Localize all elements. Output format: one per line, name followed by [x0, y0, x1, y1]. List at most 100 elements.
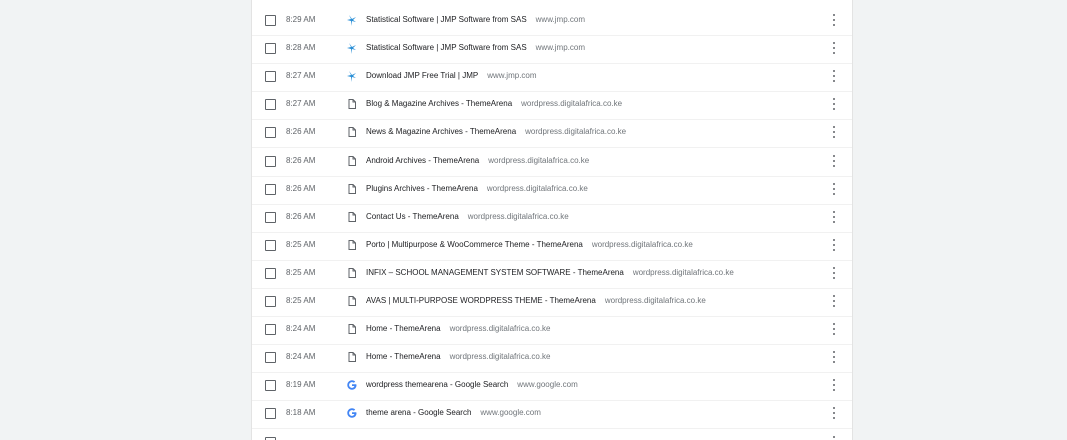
page-domain[interactable]: wordpress.digitalafrica.co.ke	[450, 324, 551, 333]
page-title-link[interactable]: Blog & Magazine Archives - ThemeArena	[366, 99, 512, 108]
history-entry[interactable]: Plugins Archives - ThemeArena wordpress.d…	[366, 184, 588, 193]
more-actions-icon[interactable]	[832, 379, 836, 392]
page-domain[interactable]: www.jmp.com	[536, 15, 585, 24]
history-entry[interactable]: wordpress themearena - Google Search www.…	[366, 380, 578, 389]
page-title-link[interactable]: AVAS | MULTI-PURPOSE WORDPRESS THEME - T…	[366, 296, 596, 305]
history-entry[interactable]: theme arena - Google Search www.google.co…	[366, 408, 541, 417]
more-actions-icon[interactable]	[832, 266, 836, 279]
row-checkbox[interactable]	[265, 296, 276, 307]
visit-time: 8:18 AM	[286, 408, 316, 418]
more-actions-icon[interactable]	[832, 210, 836, 223]
more-actions-icon[interactable]	[832, 154, 836, 167]
history-row[interactable]: 8:27 AM Download JMP Free Trial | JMP www.…	[252, 63, 852, 93]
page-title-link[interactable]: INFIX – SCHOOL MANAGEMENT SYSTEM SOFTWAR…	[366, 268, 624, 277]
history-entry[interactable]: News & Magazine Archives - ThemeArena wor…	[366, 127, 626, 136]
history-row[interactable]: 8:25 AM INFIX – SCHOOL MANAGEMENT SYSTEM …	[252, 260, 852, 289]
page-domain[interactable]: wordpress.digitalafrica.co.ke	[450, 352, 551, 361]
history-row[interactable]: 8:27 AM Blog & Magazine Archives - ThemeA…	[252, 91, 852, 121]
visit-time: 8:24 AM	[286, 352, 316, 362]
history-row[interactable]: 8:25 AM Porto | Multipurpose & WooCommerc…	[252, 232, 852, 261]
history-entry[interactable]: Contact Us - ThemeArena wordpress.digital…	[366, 212, 569, 221]
more-actions-icon[interactable]	[832, 351, 836, 364]
page-domain[interactable]: wordpress.digitalafrica.co.ke	[592, 240, 693, 249]
row-checkbox[interactable]	[265, 436, 276, 440]
page-title-link[interactable]: News & Magazine Archives - ThemeArena	[366, 127, 516, 136]
page-domain[interactable]: www.jmp.com	[536, 43, 585, 52]
page-title-link[interactable]: theme arena - Google Search	[366, 408, 471, 417]
row-checkbox[interactable]	[265, 155, 276, 167]
page-title-link[interactable]: Home - ThemeArena	[366, 324, 441, 333]
page-title-link[interactable]: Statistical Software | JMP Software from…	[366, 15, 527, 24]
history-list-card: 8:29 AM Statistical Software | JMP Softwa…	[251, 0, 853, 440]
row-checkbox[interactable]	[265, 99, 276, 111]
row-checkbox[interactable]	[265, 408, 276, 420]
history-row[interactable]: 8:19 AM wordpress themearena - Google Sea…	[252, 372, 852, 402]
row-checkbox[interactable]	[265, 43, 276, 55]
visit-time: 8:25 AM	[286, 239, 316, 249]
history-row[interactable]: 8:24 AM Home - ThemeArena wordpress.digita…	[252, 316, 852, 346]
history-row[interactable]: 8:18 AM theme arena - Google Search www.go…	[252, 400, 852, 430]
row-checkbox[interactable]	[265, 211, 276, 223]
page-title-link[interactable]: Home - ThemeArena	[366, 352, 441, 361]
row-checkbox[interactable]	[265, 71, 276, 83]
row-checkbox[interactable]	[265, 380, 276, 392]
page-title-link[interactable]: Plugins Archives - ThemeArena	[366, 184, 478, 193]
history-entry[interactable]: Statistical Software | JMP Software from…	[366, 43, 585, 52]
history-entry[interactable]: Blog & Magazine Archives - ThemeArena wor…	[366, 99, 622, 108]
row-checkbox[interactable]	[265, 15, 276, 26]
page-domain[interactable]: wordpress.digitalafrica.co.ke	[521, 99, 622, 108]
more-actions-icon[interactable]	[832, 295, 836, 307]
page-title-link[interactable]: Download JMP Free Trial | JMP	[366, 71, 478, 80]
more-actions-icon[interactable]	[832, 238, 836, 251]
page-title-link[interactable]: Contact Us - ThemeArena	[366, 212, 459, 221]
history-entry[interactable]: Statistical Software | JMP Software from…	[366, 15, 585, 24]
history-entry[interactable]: Android Archives - ThemeArena wordpress.d…	[366, 156, 589, 165]
history-row[interactable]: 8:25 AM AVAS | MULTI-PURPOSE WORDPRESS TH…	[252, 288, 852, 317]
row-checkbox[interactable]	[265, 239, 276, 251]
row-checkbox[interactable]	[265, 183, 276, 195]
history-entry[interactable]: Home - ThemeArena wordpress.digitalafrica…	[366, 352, 551, 361]
row-checkbox[interactable]	[265, 324, 276, 336]
page-title-link[interactable]: Porto | Multipurpose & WooCommerce Theme…	[366, 240, 583, 249]
history-row[interactable]: 8:26 AM News & Magazine Archives - ThemeA…	[252, 119, 852, 149]
history-row-partial[interactable]	[252, 429, 852, 440]
more-actions-icon[interactable]	[832, 323, 836, 336]
more-actions-icon[interactable]	[832, 407, 836, 420]
history-entry[interactable]: INFIX – SCHOOL MANAGEMENT SYSTEM SOFTWAR…	[366, 268, 734, 277]
page-domain[interactable]: www.google.com	[480, 408, 540, 417]
page-domain[interactable]: www.google.com	[517, 380, 577, 389]
row-checkbox[interactable]	[265, 352, 276, 364]
more-actions-icon[interactable]	[832, 14, 836, 26]
history-row[interactable]: 8:28 AM Statistical Software | JMP Softwa…	[252, 35, 852, 65]
history-row[interactable]: 8:29 AM Statistical Software | JMP Softwa…	[252, 7, 852, 36]
history-row[interactable]: 8:26 AM Android Archives - ThemeArena word…	[252, 148, 852, 177]
more-actions-icon[interactable]	[832, 182, 836, 195]
more-actions-icon[interactable]	[832, 126, 836, 139]
more-actions-icon[interactable]	[832, 70, 836, 83]
jmp-icon	[347, 14, 357, 26]
page-domain[interactable]: wordpress.digitalafrica.co.ke	[468, 212, 569, 221]
history-row[interactable]: 8:26 AM Contact Us - ThemeArena wordpress.…	[252, 204, 852, 233]
row-checkbox[interactable]	[265, 267, 276, 279]
page-domain[interactable]: wordpress.digitalafrica.co.ke	[605, 296, 706, 305]
page-domain[interactable]: wordpress.digitalafrica.co.ke	[633, 268, 734, 277]
more-actions-icon[interactable]	[832, 98, 836, 111]
history-row[interactable]: 8:26 AM Plugins Archives - ThemeArena word…	[252, 176, 852, 205]
page-title-link[interactable]: Android Archives - ThemeArena	[366, 156, 479, 165]
visit-time: 8:27 AM	[286, 71, 316, 81]
page-title-link[interactable]: wordpress themearena - Google Search	[366, 380, 508, 389]
history-row[interactable]: 8:24 AM Home - ThemeArena wordpress.digita…	[252, 344, 852, 374]
visit-time: 8:26 AM	[286, 183, 316, 193]
page-title-link[interactable]: Statistical Software | JMP Software from…	[366, 43, 527, 52]
page-domain[interactable]: www.jmp.com	[487, 71, 536, 80]
history-entry[interactable]: AVAS | MULTI-PURPOSE WORDPRESS THEME - T…	[366, 296, 706, 305]
more-actions-icon[interactable]	[832, 42, 836, 55]
page-domain[interactable]: wordpress.digitalafrica.co.ke	[487, 184, 588, 193]
history-entry[interactable]: Porto | Multipurpose & WooCommerce Theme…	[366, 240, 693, 249]
page-domain[interactable]: wordpress.digitalafrica.co.ke	[525, 127, 626, 136]
history-entry[interactable]: Home - ThemeArena wordpress.digitalafrica…	[366, 324, 551, 333]
more-actions-icon[interactable]	[832, 435, 836, 440]
history-entry[interactable]: Download JMP Free Trial | JMP www.jmp.com	[366, 71, 537, 80]
row-checkbox[interactable]	[265, 127, 276, 139]
page-domain[interactable]: wordpress.digitalafrica.co.ke	[488, 156, 589, 165]
